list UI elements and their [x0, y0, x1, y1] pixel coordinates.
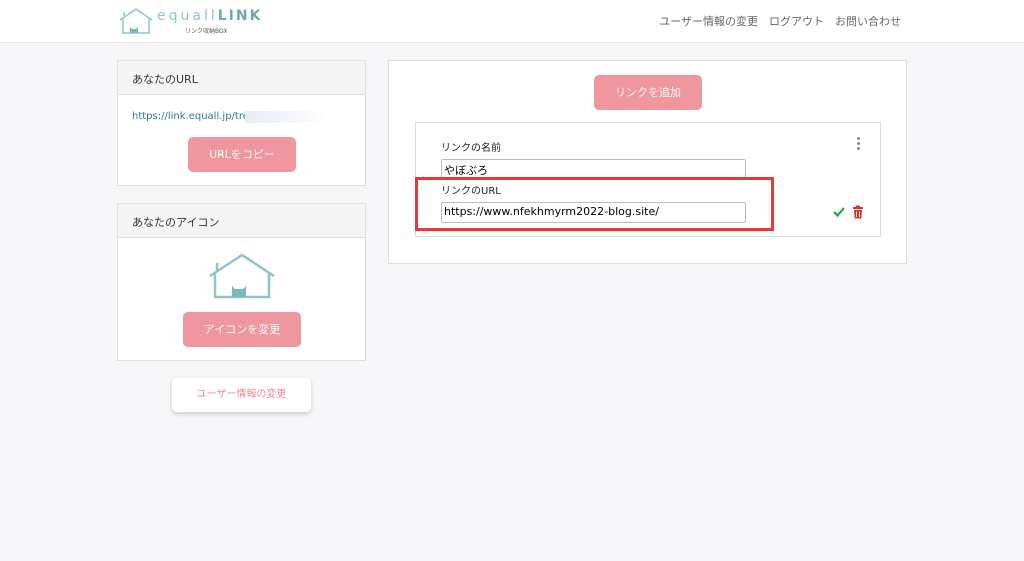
nav-logout[interactable]: ログアウト	[769, 13, 824, 29]
url-card-title: あなたのURL	[118, 61, 365, 95]
logo-subtitle: リンク収納BOX	[185, 28, 228, 35]
your-url-card: あなたのURL https://link.equall.jp/tree/ URL…	[117, 60, 366, 186]
logo-wordmark: equallLINK	[157, 8, 263, 24]
header-nav: ユーザー情報の変更 ログアウト お問い合わせ	[659, 13, 901, 29]
icon-card-title: あなたのアイコン	[118, 204, 365, 238]
your-url-link[interactable]: https://link.equall.jp/tree/	[132, 111, 258, 122]
link-name-label: リンクの名前	[441, 143, 501, 154]
url-field-highlight-box	[415, 177, 774, 231]
top-header: equallLINK リンク収納BOX ユーザー情報の変更 ログアウト お問い合…	[0, 0, 1024, 43]
kebab-menu-icon[interactable]	[854, 137, 862, 153]
trash-icon[interactable]	[852, 205, 864, 219]
add-link-button[interactable]: リンクを追加	[594, 75, 702, 110]
nav-contact[interactable]: お問い合わせ	[835, 13, 901, 29]
house-logo-icon	[119, 8, 153, 34]
copy-url-button[interactable]: URLをコピー	[188, 137, 296, 172]
url-blurred-part	[245, 111, 327, 123]
equall-link-logo[interactable]: equallLINK リンク収納BOX	[117, 6, 267, 38]
your-icon-card: あなたのアイコン アイコンを変更	[117, 203, 366, 361]
change-icon-button[interactable]: アイコンを変更	[183, 312, 301, 347]
links-panel: リンクを追加 リンクの名前 やぼぶろ リンクのURL https://www.n…	[388, 60, 907, 264]
nav-user-info[interactable]: ユーザー情報の変更	[659, 13, 758, 29]
house-avatar-icon	[209, 253, 275, 299]
check-icon[interactable]	[832, 205, 846, 219]
user-info-change-button[interactable]: ユーザー情報の変更	[172, 378, 311, 412]
